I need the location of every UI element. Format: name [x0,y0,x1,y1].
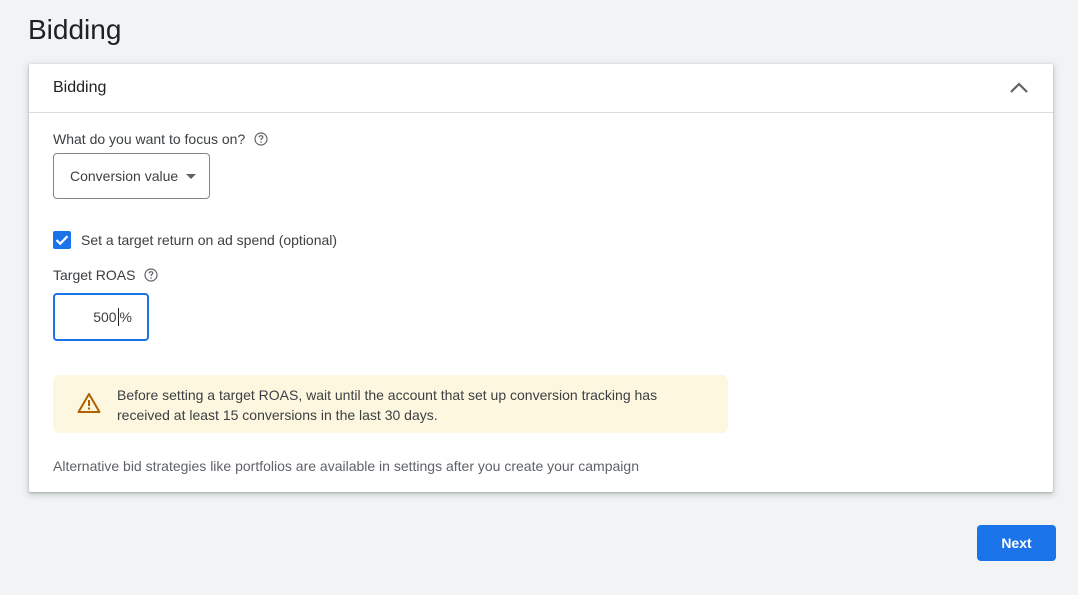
next-button[interactable]: Next [977,525,1056,561]
help-circle-icon[interactable] [144,268,159,282]
target-roas-checkbox[interactable] [53,231,71,249]
focus-label: What do you want to focus on? [53,131,246,147]
target-roas-unit: % [119,309,132,325]
collapse-button[interactable] [1005,74,1033,102]
warning-banner: Before setting a target ROAS, wait until… [53,375,728,433]
target-roas-value: 500 [93,308,119,326]
card-title: Bidding [53,79,107,96]
roas-label-row: Target ROAS [53,266,159,284]
target-roas-checkbox-row[interactable]: Set a target return on ad spend (optiona… [53,231,337,249]
card-header[interactable]: Bidding [29,64,1053,113]
alternative-strategies-note: Alternative bid strategies like portfoli… [53,458,639,474]
focus-dropdown-value: Conversion value [70,168,179,184]
focus-label-row: What do you want to focus on? [53,130,268,148]
target-roas-checkbox-label: Set a target return on ad spend (optiona… [81,232,338,248]
roas-label: Target ROAS [53,267,136,283]
warning-text: Before setting a target ROAS, wait until… [117,387,658,423]
bidding-card: Bidding What do you want to focus on? Co… [29,64,1053,492]
checkmark-icon [55,235,69,246]
help-circle-icon[interactable] [254,132,268,146]
focus-dropdown[interactable]: Conversion value [53,153,210,199]
target-roas-input[interactable]: 500 % [53,293,149,341]
page-title: Bidding [28,14,122,45]
chevron-up-icon [1010,82,1028,93]
dropdown-caret-icon [186,173,197,179]
warning-triangle-icon [77,393,101,413]
